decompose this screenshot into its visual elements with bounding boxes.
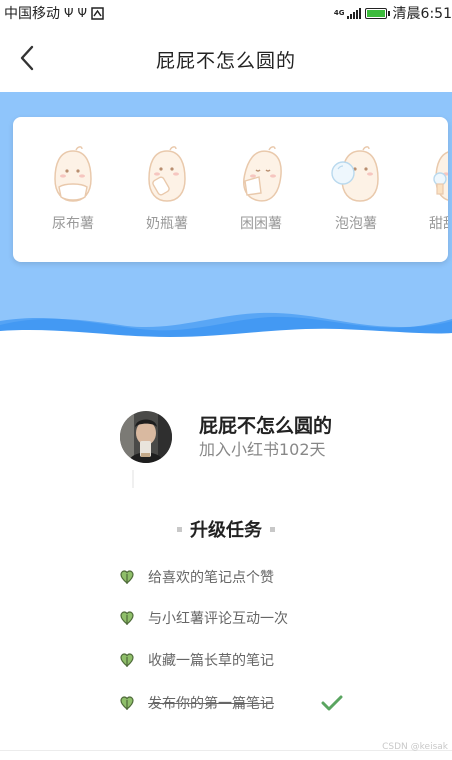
sticker-item[interactable]: 甜甜薯 [403,145,448,233]
sticker-item[interactable]: 泡泡薯 [309,145,403,233]
potato-bubble-icon [331,146,379,202]
profile-block: 屁屁不怎么圆的 加入小红书102天 [120,408,332,466]
divider [132,470,134,488]
sticker-item[interactable]: 困困薯 [214,145,308,233]
page-title: 屁屁不怎么圆的 [155,50,296,72]
watermark: CSDN @keisak [382,742,448,752]
avatar[interactable] [120,411,172,463]
carrier-label: 中国移动 [4,6,60,22]
task-item[interactable]: 收藏一篇长草的笔记 [120,648,274,672]
task-item-completed[interactable]: 发布你的第一篇笔记 [120,691,274,715]
nav-bar: 屁屁不怎么圆的 [0,24,452,92]
sticker-item[interactable]: 奶瓶薯 [120,145,214,233]
title-dot-left [177,526,182,532]
potato-bottle-icon [148,146,186,202]
heart-icon [120,569,134,584]
task-label: 与小红薯评论互动一次 [148,611,288,627]
wave-decoration [0,312,452,337]
heart-icon [120,652,134,667]
profile-text: 屁屁不怎么圆的 加入小红书102天 [199,414,332,461]
task-label: 收藏一篇长草的笔记 [148,653,274,669]
battery-charging-icon [364,7,390,19]
task-label: 发布你的第一篇笔记 [148,696,274,712]
tasks-title-text: 升级任务 [190,520,262,541]
signal-icon [346,7,361,19]
potato-sweet-icon [433,151,448,201]
tasks-section-title: 升级任务 [0,516,452,542]
usb-icon: Ψ [64,6,74,20]
sticker-label: 甜甜薯 [429,216,448,232]
task-item[interactable]: 给喜欢的笔记点个赞 [120,565,274,589]
status-right: 4G 清晨6:51 [334,3,452,23]
sticker-item[interactable]: 尿布薯 [26,145,120,233]
sticker-label: 泡泡薯 [335,216,377,232]
notification-icon [91,6,104,20]
usb-icon: Ψ [77,6,87,20]
task-label: 给喜欢的笔记点个赞 [148,570,274,586]
sticker-label: 奶瓶薯 [146,216,188,232]
status-left: 中国移动 Ψ Ψ [4,3,104,23]
sticker-label: 困困薯 [240,216,282,232]
heart-icon [120,610,134,625]
profile-name: 屁屁不怎么圆的 [199,414,333,437]
avatar-image [120,411,172,463]
sticker-card[interactable]: 尿布薯 奶瓶薯 困困薯 泡泡薯 甜 [13,117,448,262]
status-bar: 中国移动 Ψ Ψ 4G 清晨6:51 [0,0,452,24]
heart-icon [120,695,134,710]
sticker-label: 尿布薯 [52,216,94,232]
checkmark-icon [321,695,343,711]
days-joined: 加入小红书102天 [199,439,326,459]
potato-diaper-icon [54,146,92,202]
potato-sleepy-icon [243,146,282,202]
task-item[interactable]: 与小红薯评论互动一次 [120,606,288,630]
clock-time: 清晨6:51 [392,6,452,22]
title-dot-right [270,526,275,532]
network-type: 4G [333,8,345,17]
